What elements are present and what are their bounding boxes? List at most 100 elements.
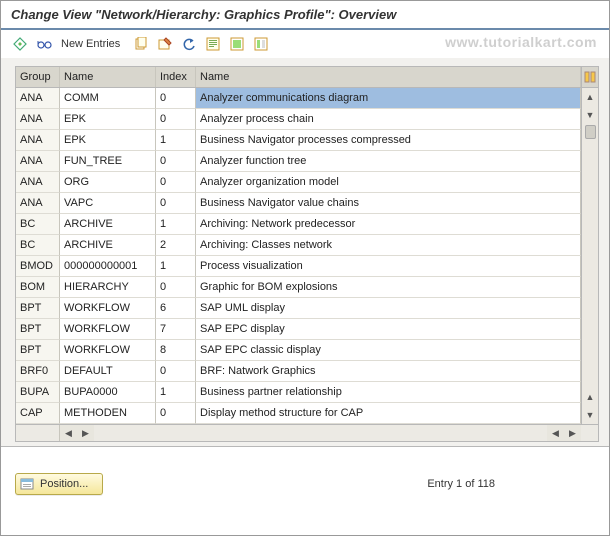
table-row[interactable]: BPTWORKFLOW8SAP EPC classic display bbox=[16, 340, 581, 361]
cell-name1[interactable]: METHODEN bbox=[60, 403, 156, 424]
cell-index[interactable]: 0 bbox=[156, 109, 196, 130]
cell-group[interactable]: BPT bbox=[16, 340, 60, 361]
table-row[interactable]: BRF0DEFAULT0BRF: Natwork Graphics bbox=[16, 361, 581, 382]
table-row[interactable]: ANAFUN_TREE0Analyzer function tree bbox=[16, 151, 581, 172]
cell-name2[interactable]: BRF: Natwork Graphics bbox=[196, 361, 581, 382]
toggle-icon[interactable] bbox=[11, 35, 29, 53]
cell-group[interactable]: CAP bbox=[16, 403, 60, 424]
cell-group[interactable]: ANA bbox=[16, 172, 60, 193]
cell-index[interactable]: 0 bbox=[156, 193, 196, 214]
deselect-all-icon[interactable] bbox=[252, 35, 270, 53]
table-row[interactable]: CAPMETHODEN0Display method structure for… bbox=[16, 403, 581, 424]
table-row[interactable]: BOMHIERARCHY0Graphic for BOM explosions bbox=[16, 277, 581, 298]
cell-name1[interactable]: COMM bbox=[60, 88, 156, 109]
cell-name1[interactable]: ARCHIVE bbox=[60, 235, 156, 256]
copy-icon[interactable] bbox=[132, 35, 150, 53]
cell-index[interactable]: 0 bbox=[156, 172, 196, 193]
change-icon[interactable] bbox=[156, 35, 174, 53]
cell-name1[interactable]: HIERARCHY bbox=[60, 277, 156, 298]
hscroll-left2[interactable]: ◀ bbox=[547, 425, 564, 441]
position-button[interactable]: Position... bbox=[15, 473, 103, 495]
new-entries-button[interactable]: New Entries bbox=[59, 38, 126, 50]
cell-index[interactable]: 1 bbox=[156, 130, 196, 151]
cell-index[interactable]: 0 bbox=[156, 151, 196, 172]
table-row[interactable]: BPTWORKFLOW6SAP UML display bbox=[16, 298, 581, 319]
cell-group[interactable]: BRF0 bbox=[16, 361, 60, 382]
cell-group[interactable]: ANA bbox=[16, 193, 60, 214]
hscroll-right[interactable]: ▶ bbox=[77, 425, 94, 441]
configure-columns-icon[interactable] bbox=[582, 67, 598, 88]
cell-name2[interactable]: Business Navigator value chains bbox=[196, 193, 581, 214]
col-header-group[interactable]: Group bbox=[16, 67, 60, 87]
cell-name1[interactable]: VAPC bbox=[60, 193, 156, 214]
cell-group[interactable]: BMOD bbox=[16, 256, 60, 277]
scroll-thumb[interactable] bbox=[585, 125, 596, 139]
cell-group[interactable]: BC bbox=[16, 235, 60, 256]
scroll-up-arrow-bottom[interactable]: ▲ bbox=[582, 388, 598, 406]
col-header-name1[interactable]: Name bbox=[60, 67, 156, 87]
cell-index[interactable]: 6 bbox=[156, 298, 196, 319]
table-row[interactable]: ANACOMM0Analyzer communications diagram bbox=[16, 88, 581, 109]
cell-index[interactable]: 1 bbox=[156, 382, 196, 403]
table-row[interactable]: ANAORG0Analyzer organization model bbox=[16, 172, 581, 193]
cell-name1[interactable]: BUPA0000 bbox=[60, 382, 156, 403]
cell-group[interactable]: BOM bbox=[16, 277, 60, 298]
cell-name2[interactable]: Business partner relationship bbox=[196, 382, 581, 403]
cell-name2[interactable]: Analyzer process chain bbox=[196, 109, 581, 130]
table-row[interactable]: ANAEPK1Business Navigator processes comp… bbox=[16, 130, 581, 151]
save-icon[interactable] bbox=[204, 35, 222, 53]
cell-name1[interactable]: ARCHIVE bbox=[60, 214, 156, 235]
cell-name2[interactable]: Display method structure for CAP bbox=[196, 403, 581, 424]
cell-name1[interactable]: 000000000001 bbox=[60, 256, 156, 277]
cell-name1[interactable]: DEFAULT bbox=[60, 361, 156, 382]
cell-index[interactable]: 0 bbox=[156, 361, 196, 382]
select-all-icon[interactable] bbox=[228, 35, 246, 53]
table-row[interactable]: BUPABUPA00001Business partner relationsh… bbox=[16, 382, 581, 403]
table-row[interactable]: ANAVAPC0Business Navigator value chains bbox=[16, 193, 581, 214]
table-row[interactable]: BPTWORKFLOW7SAP EPC display bbox=[16, 319, 581, 340]
cell-name2[interactable]: Analyzer organization model bbox=[196, 172, 581, 193]
cell-group[interactable]: BC bbox=[16, 214, 60, 235]
table-row[interactable]: BCARCHIVE1Archiving: Network predecessor bbox=[16, 214, 581, 235]
cell-name2[interactable]: Process visualization bbox=[196, 256, 581, 277]
cell-name2[interactable]: SAP UML display bbox=[196, 298, 581, 319]
glasses-icon[interactable] bbox=[35, 35, 53, 53]
cell-index[interactable]: 1 bbox=[156, 256, 196, 277]
cell-name1[interactable]: WORKFLOW bbox=[60, 319, 156, 340]
col-header-name2[interactable]: Name bbox=[196, 67, 581, 87]
cell-group[interactable]: BPT bbox=[16, 319, 60, 340]
cell-name1[interactable]: EPK bbox=[60, 130, 156, 151]
cell-name2[interactable]: Analyzer communications diagram bbox=[196, 88, 581, 109]
cell-index[interactable]: 8 bbox=[156, 340, 196, 361]
cell-index[interactable]: 0 bbox=[156, 88, 196, 109]
cell-name2[interactable]: Archiving: Classes network bbox=[196, 235, 581, 256]
cell-name2[interactable]: Business Navigator processes compressed bbox=[196, 130, 581, 151]
cell-index[interactable]: 2 bbox=[156, 235, 196, 256]
cell-name1[interactable]: EPK bbox=[60, 109, 156, 130]
cell-name1[interactable]: WORKFLOW bbox=[60, 298, 156, 319]
cell-name2[interactable]: Graphic for BOM explosions bbox=[196, 277, 581, 298]
col-header-index[interactable]: Index bbox=[156, 67, 196, 87]
table-row[interactable]: ANAEPK0Analyzer process chain bbox=[16, 109, 581, 130]
undo-icon[interactable] bbox=[180, 35, 198, 53]
cell-name1[interactable]: FUN_TREE bbox=[60, 151, 156, 172]
hscroll-left[interactable]: ◀ bbox=[60, 425, 77, 441]
cell-group[interactable]: ANA bbox=[16, 130, 60, 151]
cell-group[interactable]: BPT bbox=[16, 298, 60, 319]
cell-index[interactable]: 1 bbox=[156, 214, 196, 235]
cell-name2[interactable]: SAP EPC display bbox=[196, 319, 581, 340]
cell-group[interactable]: BUPA bbox=[16, 382, 60, 403]
cell-group[interactable]: ANA bbox=[16, 109, 60, 130]
table-row[interactable]: BMOD0000000000011Process visualization bbox=[16, 256, 581, 277]
hscroll-right2[interactable]: ▶ bbox=[564, 425, 581, 441]
cell-index[interactable]: 7 bbox=[156, 319, 196, 340]
scroll-down-arrow[interactable]: ▼ bbox=[582, 106, 598, 124]
cell-group[interactable]: ANA bbox=[16, 88, 60, 109]
cell-name2[interactable]: Analyzer function tree bbox=[196, 151, 581, 172]
scroll-down-arrow-bottom[interactable]: ▼ bbox=[582, 406, 598, 424]
cell-index[interactable]: 0 bbox=[156, 403, 196, 424]
table-row[interactable]: BCARCHIVE2Archiving: Classes network bbox=[16, 235, 581, 256]
cell-group[interactable]: ANA bbox=[16, 151, 60, 172]
cell-name2[interactable]: Archiving: Network predecessor bbox=[196, 214, 581, 235]
scroll-up-arrow[interactable]: ▲ bbox=[582, 88, 598, 106]
